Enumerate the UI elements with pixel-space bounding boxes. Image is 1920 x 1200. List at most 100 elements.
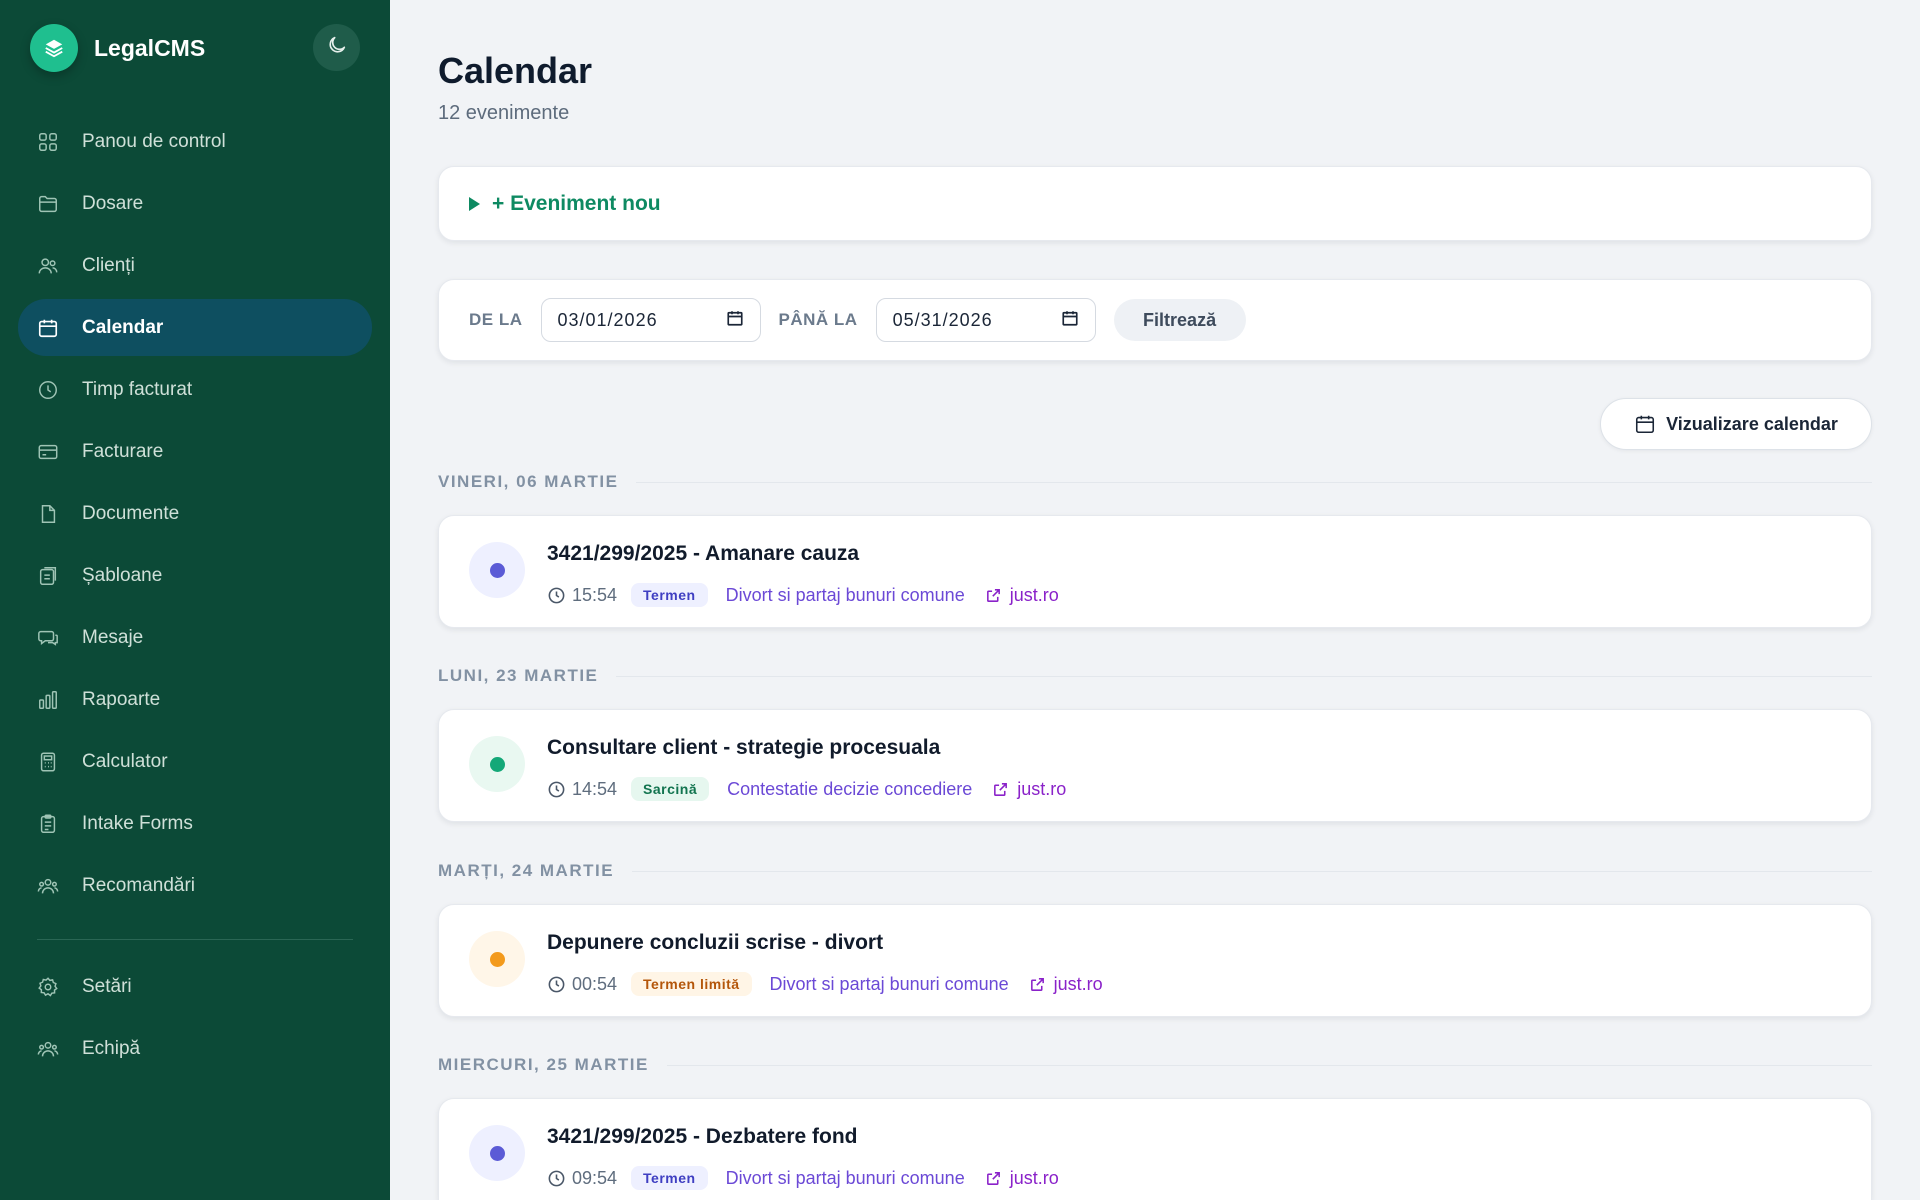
- sidebar-item-clients[interactable]: Clienți: [18, 237, 372, 294]
- event-card[interactable]: Consultare client - strategie procesuala…: [438, 709, 1872, 822]
- calendar-icon: [1634, 413, 1656, 435]
- sidebar-item-settings[interactable]: Setări: [18, 958, 372, 1015]
- event-card[interactable]: 3421/299/2025 - Amanare cauza 15:54 Term…: [438, 515, 1872, 628]
- event-type-badge: Sarcină: [631, 777, 710, 801]
- clock-icon: [547, 1169, 566, 1188]
- sidebar-item-calculator[interactable]: Calculator: [18, 733, 372, 790]
- filter-button[interactable]: Filtrează: [1113, 299, 1246, 341]
- divider: [666, 1064, 1872, 1066]
- brand[interactable]: LegalCMS: [30, 24, 205, 72]
- to-label: PÂNĂ LA: [778, 310, 858, 329]
- event-title[interactable]: Consultare client - strategie procesuala: [547, 736, 940, 760]
- event-time: 15:54: [547, 585, 617, 606]
- folder-icon: [36, 192, 60, 216]
- sidebar-item-label: Facturare: [82, 440, 164, 462]
- status-dot: [489, 1145, 505, 1161]
- case-link[interactable]: Contestatie decizie concediere: [727, 779, 972, 800]
- calendar-icon: [36, 316, 60, 340]
- clock-icon: [547, 780, 566, 799]
- day-label: MARȚI, 24 MARTIE: [438, 861, 615, 880]
- external-link[interactable]: just.ro: [992, 779, 1066, 800]
- sidebar-item-billed-time[interactable]: Timp facturat: [18, 361, 372, 418]
- clock-icon: [36, 378, 60, 402]
- from-date-input[interactable]: 03/01/2026: [540, 298, 761, 342]
- sidebar-item-templates[interactable]: Șabloane: [18, 547, 372, 604]
- calendar-picker-icon[interactable]: [726, 309, 744, 332]
- external-link-label: just.ro: [1009, 1167, 1059, 1188]
- event-title[interactable]: 3421/299/2025 - Amanare cauza: [547, 542, 859, 566]
- calendar-view-button[interactable]: Vizualizare calendar: [1600, 398, 1872, 450]
- sidebar-item-label: Intake Forms: [82, 812, 193, 834]
- event-title[interactable]: 3421/299/2025 - Dezbatere fond: [547, 1125, 858, 1149]
- external-link-label: just.ro: [1009, 584, 1059, 605]
- sidebar-item-calendar[interactable]: Calendar: [18, 299, 372, 356]
- event-type-indicator: [469, 736, 525, 792]
- day-header: LUNI, 23 MARTIE: [438, 666, 1872, 686]
- event-card[interactable]: Depunere concluzii scrise - divort 00:54…: [438, 904, 1872, 1017]
- case-link[interactable]: Divort si partaj bunuri comune: [726, 1168, 965, 1189]
- external-link-label: just.ro: [1053, 973, 1103, 994]
- clock-icon: [547, 975, 566, 994]
- event-count: 12 evenimente: [438, 102, 570, 124]
- sidebar-nav: Panou de control Dosare Clienți Calendar…: [18, 113, 372, 919]
- sidebar-item-label: Documente: [82, 502, 180, 524]
- sidebar-item-intake-forms[interactable]: Intake Forms: [18, 795, 372, 852]
- event-time: 14:54: [547, 779, 617, 800]
- to-date-value: 05/31/2026: [892, 309, 993, 330]
- sidebar-bottom-nav: Setări Echipă: [18, 958, 372, 1082]
- dark-mode-toggle[interactable]: [313, 24, 360, 71]
- sidebar-item-label: Recomandări: [82, 874, 195, 896]
- new-event-toggle[interactable]: + Eveniment nou: [438, 166, 1872, 241]
- app-name: LegalCMS: [94, 34, 206, 61]
- case-link[interactable]: Divort si partaj bunuri comune: [770, 974, 1009, 995]
- event-time: 09:54: [547, 1168, 617, 1189]
- sidebar-item-reports[interactable]: Rapoarte: [18, 671, 372, 728]
- event-type-badge: Termen: [631, 1166, 708, 1190]
- sidebar-item-label: Setări: [82, 975, 132, 997]
- sidebar-item-referrals[interactable]: Recomandări: [18, 857, 372, 914]
- day-header: MIERCURI, 25 MARTIE: [438, 1055, 1872, 1075]
- sidebar-item-documents[interactable]: Documente: [18, 485, 372, 542]
- sidebar-item-label: Rapoarte: [82, 688, 161, 710]
- case-link[interactable]: Divort si partaj bunuri comune: [726, 585, 965, 606]
- sidebar-item-label: Calendar: [82, 316, 164, 338]
- sidebar-item-label: Calculator: [82, 750, 168, 772]
- divider: [632, 870, 1872, 872]
- calendar-picker-icon[interactable]: [1061, 309, 1079, 332]
- sidebar-item-billing[interactable]: Facturare: [18, 423, 372, 480]
- event-meta: 15:54 Termen Divort si partaj bunuri com…: [547, 582, 1059, 608]
- day-header: MARȚI, 24 MARTIE: [438, 861, 1872, 881]
- event-title[interactable]: Depunere concluzii scrise - divort: [547, 931, 883, 955]
- divider: [636, 481, 1872, 483]
- sidebar-item-label: Timp facturat: [82, 378, 193, 400]
- event-time-value: 14:54: [572, 778, 618, 799]
- bar-chart-icon: [36, 688, 60, 712]
- sidebar-item-label: Clienți: [82, 254, 135, 276]
- event-type-indicator: [469, 542, 525, 598]
- external-link[interactable]: just.ro: [1029, 974, 1103, 995]
- users-icon: [36, 254, 60, 278]
- sidebar-item-label: Dosare: [82, 192, 144, 214]
- templates-icon: [36, 564, 60, 588]
- day-label: MIERCURI, 25 MARTIE: [438, 1055, 649, 1074]
- day-label: LUNI, 23 MARTIE: [438, 666, 599, 685]
- external-link[interactable]: just.ro: [985, 585, 1059, 606]
- clipboard-icon: [36, 812, 60, 836]
- to-date-input[interactable]: 05/31/2026: [875, 298, 1096, 342]
- sidebar-item-messages[interactable]: Mesaje: [18, 609, 372, 666]
- expand-triangle-icon: [469, 196, 480, 211]
- external-link-icon: [1029, 976, 1046, 993]
- event-time-value: 00:54: [572, 973, 618, 994]
- layers-logo-icon: [30, 24, 78, 72]
- sidebar-item-cases[interactable]: Dosare: [18, 175, 372, 232]
- day-header: VINERI, 06 MARTIE: [438, 472, 1872, 492]
- external-link[interactable]: just.ro: [985, 1168, 1059, 1189]
- sidebar-item-label: Șabloane: [82, 564, 163, 586]
- sidebar-item-dashboard[interactable]: Panou de control: [18, 113, 372, 170]
- event-card[interactable]: 3421/299/2025 - Dezbatere fond 09:54 Ter…: [438, 1098, 1872, 1200]
- sidebar-item-label: Panou de control: [82, 130, 226, 152]
- page-title: Calendar: [438, 50, 593, 91]
- credit-card-icon: [36, 440, 60, 464]
- sidebar-item-team[interactable]: Echipă: [18, 1020, 372, 1077]
- event-time-value: 15:54: [572, 584, 618, 605]
